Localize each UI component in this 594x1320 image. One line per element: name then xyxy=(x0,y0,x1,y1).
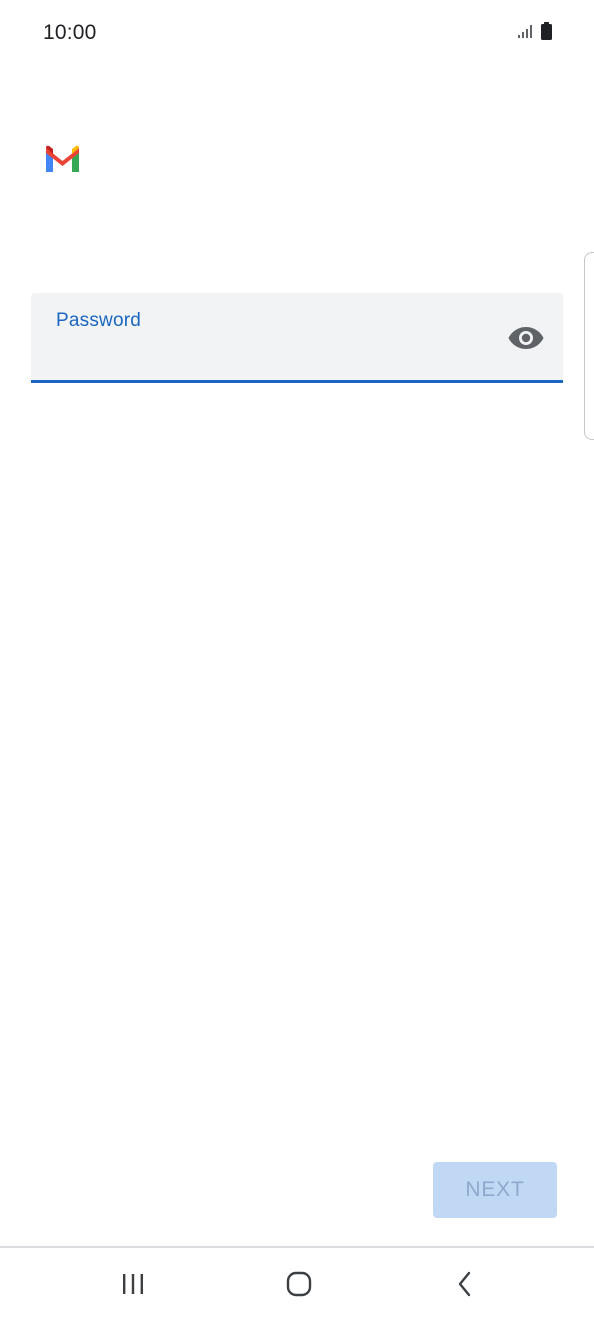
back-icon[interactable] xyxy=(445,1266,485,1302)
battery-icon xyxy=(541,22,552,45)
navigation-bar xyxy=(0,1248,594,1320)
edge-panel-handle[interactable] xyxy=(584,252,594,440)
password-input[interactable] xyxy=(56,337,496,367)
eye-icon[interactable] xyxy=(507,323,545,353)
password-field[interactable]: Password xyxy=(31,293,563,383)
status-bar: 10:00 xyxy=(0,0,594,68)
password-screen: 10:00 Password NEXT xyxy=(0,0,594,1320)
status-time: 10:00 xyxy=(43,21,97,44)
gmail-logo-icon xyxy=(44,144,81,174)
status-icons xyxy=(518,22,552,45)
signal-icon xyxy=(518,24,535,43)
home-icon[interactable] xyxy=(279,1266,319,1302)
recents-icon[interactable] xyxy=(113,1266,153,1302)
password-label: Password xyxy=(56,310,142,331)
next-button[interactable]: NEXT xyxy=(433,1162,557,1218)
